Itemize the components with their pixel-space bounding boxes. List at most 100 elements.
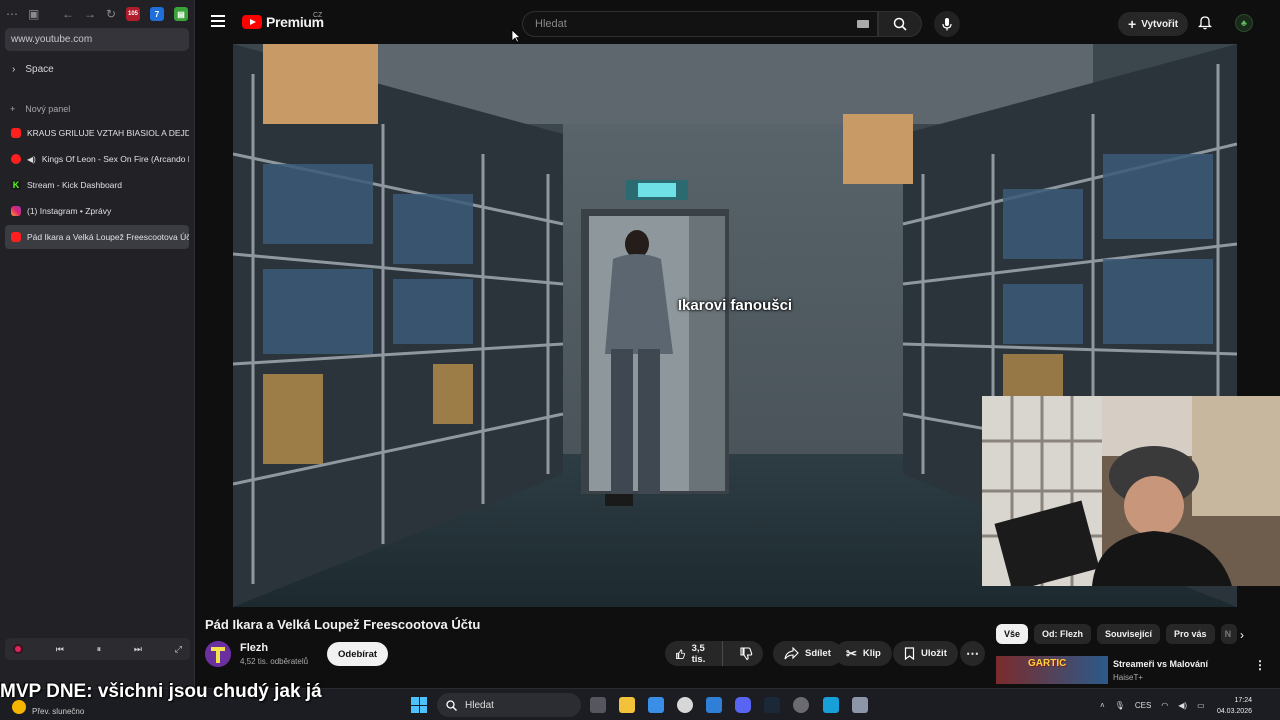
system-tray: ˄ 🎙 CES ◠ ◀) ▭ xyxy=(1100,689,1205,720)
notifications-bell-icon[interactable] xyxy=(1197,15,1213,35)
more-actions-icon[interactable]: ⋯ xyxy=(960,641,985,666)
subscribe-button[interactable]: Odebírat xyxy=(327,642,389,666)
create-button[interactable]: + Vytvořit xyxy=(1118,12,1189,36)
subscriber-count: 4,52 tis. odběratelů xyxy=(240,657,309,666)
chevron-up-icon[interactable]: ˄ xyxy=(1100,701,1105,710)
weather-label: Přev. slunečno xyxy=(32,707,85,716)
previous-track-icon[interactable]: ⏮ xyxy=(56,644,64,655)
webcam-overlay xyxy=(982,396,1280,586)
keyboard-icon[interactable] xyxy=(857,20,869,28)
sidebar-tab[interactable]: ◀) Kings Of Leon - Sex On Fire (Arcando … xyxy=(5,147,189,171)
media-source-icon xyxy=(13,644,23,654)
pause-icon[interactable]: ⏸ xyxy=(97,644,102,655)
microphone-tray-icon[interactable]: 🎙 xyxy=(1115,701,1125,710)
picture-in-picture-icon[interactable]: ⤢ xyxy=(175,644,182,655)
recommendation-thumbnail[interactable]: GARTIC xyxy=(996,656,1108,684)
forward-icon[interactable]: → xyxy=(84,7,96,21)
sidebar-tab[interactable]: (1) Instagram • Zprávy xyxy=(5,199,189,223)
youtube-icon xyxy=(11,128,21,138)
search-placeholder: Hledat xyxy=(535,18,567,30)
search-input[interactable]: Hledat xyxy=(522,11,878,37)
reload-icon[interactable]: ↻ xyxy=(106,7,116,21)
sidebar-toggle-icon[interactable]: ▣ xyxy=(28,7,39,21)
taskbar-search-label: Hledat xyxy=(465,699,494,711)
clock-date: 04.03.2026 xyxy=(1216,708,1252,715)
system-clock[interactable]: 17:24 04.03.2026 xyxy=(1212,695,1252,717)
sidebar-tab-active[interactable]: Pád Ikara a Velká Loupež Freescootova Úč… xyxy=(5,225,189,249)
store-icon[interactable] xyxy=(648,697,664,713)
scissors-icon: ✂ xyxy=(846,645,857,661)
clip-label: Klip xyxy=(862,648,881,659)
space-item[interactable]: › Space xyxy=(0,59,194,79)
save-label: Uložit xyxy=(921,648,947,659)
tab-label: Kings Of Leon - Sex On Fire (Arcando Re xyxy=(41,154,189,164)
chip-from-channel[interactable]: Od: Flezh xyxy=(1034,624,1092,644)
youtube-play-icon xyxy=(242,15,262,29)
back-icon[interactable]: ← xyxy=(62,7,74,21)
user-avatar[interactable]: ♣ xyxy=(1235,14,1253,32)
translate-extension-icon[interactable]: 7 xyxy=(150,7,164,21)
voice-search-button[interactable] xyxy=(934,11,960,37)
chevron-right-icon[interactable]: › xyxy=(1240,628,1244,642)
browser-toolbar: ⋯ ▣ ← → ↻ 105 7 ▤ xyxy=(0,0,194,28)
plus-icon: + xyxy=(10,104,16,114)
recommendation-title[interactable]: Streameři vs Malování xyxy=(1113,659,1208,669)
wifi-icon[interactable]: ◠ xyxy=(1161,701,1168,710)
media-controls: ⏮ ⏸ ⏭ ⤢ xyxy=(5,638,190,660)
chip-all[interactable]: Vše xyxy=(996,624,1029,644)
chip-for-you[interactable]: Pro vás xyxy=(1166,624,1215,644)
steam-icon[interactable] xyxy=(764,697,780,713)
next-track-icon[interactable]: ⏭ xyxy=(134,644,142,655)
channel-avatar[interactable] xyxy=(205,641,231,667)
save-button[interactable]: Uložit xyxy=(893,641,958,666)
plus-icon: + xyxy=(1128,16,1137,32)
battery-icon[interactable]: ▭ xyxy=(1197,701,1205,710)
language-indicator[interactable]: CES xyxy=(1135,701,1151,710)
hamburger-menu-icon[interactable] xyxy=(211,15,225,30)
menu-dots-icon[interactable]: ⋯ xyxy=(6,7,18,21)
speaker-icon[interactable]: ◀) xyxy=(27,155,36,164)
video-caption: Ikarovi fanoušci xyxy=(677,297,793,314)
youtube-logo[interactable]: Premium xyxy=(242,14,324,30)
task-view-icon[interactable] xyxy=(590,697,606,713)
bookmark-icon xyxy=(904,647,915,660)
taskbar-search[interactable]: Hledat xyxy=(437,693,581,717)
like-button[interactable]: 3,5 tis. xyxy=(665,641,723,666)
windows-start-icon[interactable] xyxy=(411,697,427,713)
youtube-icon xyxy=(11,232,21,242)
tab-label: Pád Ikara a Velká Loupež Freescootova Úč… xyxy=(27,232,189,242)
browser-app-icon[interactable] xyxy=(677,697,693,713)
dislike-button[interactable] xyxy=(729,641,763,666)
discord-icon[interactable] xyxy=(735,697,751,713)
volume-icon[interactable]: ◀) xyxy=(1178,701,1187,710)
recommendation-channel[interactable]: HaiseT+ xyxy=(1113,673,1143,682)
new-panel-button[interactable]: + Nový panel xyxy=(0,99,194,119)
url-bar[interactable]: www.youtube.com xyxy=(5,28,189,51)
screen: ⋯ ▣ ← → ↻ 105 7 ▤ www.youtube.com › Spac… xyxy=(0,0,1280,720)
recommendation-menu-icon[interactable]: ⋮ xyxy=(1254,658,1266,672)
clip-button[interactable]: ✂ Klip xyxy=(835,641,892,666)
video-title: Pád Ikara a Velká Loupež Freescootova Úč… xyxy=(205,617,481,632)
chip-related[interactable]: Související xyxy=(1097,624,1161,644)
sidebar-tab[interactable]: K Stream - Kick Dashboard xyxy=(5,173,189,197)
thumbs-down-icon xyxy=(740,646,753,660)
obs-icon[interactable] xyxy=(793,697,809,713)
vscode-icon[interactable] xyxy=(706,697,722,713)
extension-green-icon[interactable]: ▤ xyxy=(174,7,188,21)
channel-name[interactable]: Flezh xyxy=(240,642,268,654)
tab-label: (1) Instagram • Zprávy xyxy=(27,206,112,216)
sidebar-tab[interactable]: KRAUS GRILUJE VZTAH BIASIOL A DEJDARA xyxy=(5,121,189,145)
file-explorer-icon[interactable] xyxy=(619,697,635,713)
extension-icon[interactable]: 105 xyxy=(126,7,140,21)
search-button[interactable] xyxy=(878,11,922,37)
chip-new[interactable]: N xyxy=(1220,624,1237,644)
share-icon xyxy=(784,647,799,660)
share-button[interactable]: Sdílet xyxy=(773,641,842,666)
filter-chips: Vše Od: Flezh Související Pro vás N xyxy=(996,624,1237,644)
tab-label: Stream - Kick Dashboard xyxy=(27,180,122,190)
space-label: Space xyxy=(25,63,54,75)
kick-icon: K xyxy=(11,180,21,190)
calculator-icon[interactable] xyxy=(852,697,868,713)
tab-label: KRAUS GRILUJE VZTAH BIASIOL A DEJDARA xyxy=(27,128,189,138)
facebook-app-icon[interactable] xyxy=(823,697,839,713)
